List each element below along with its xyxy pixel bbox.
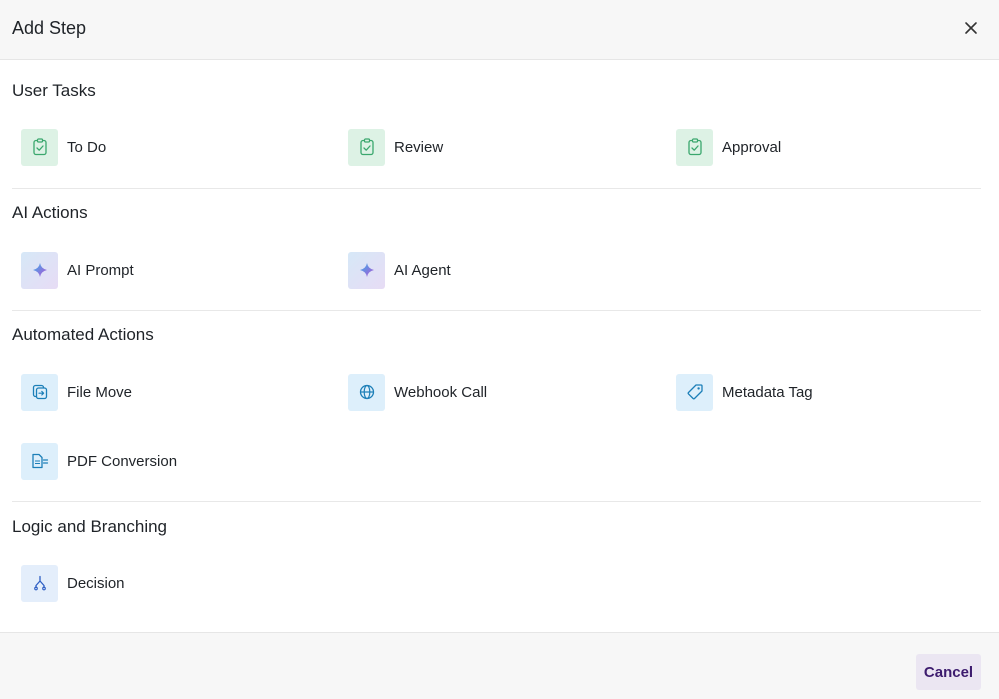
clipboard-check-icon [32, 138, 47, 156]
section-divider [12, 310, 981, 311]
step-option-file-move[interactable]: File Move [21, 373, 321, 411]
section-title-automated-actions: Automated Actions [12, 325, 154, 344]
section-divider [12, 501, 981, 502]
step-option-ai-agent[interactable]: AI Agent [348, 251, 648, 289]
dialog-title: Add Step [12, 18, 87, 38]
close-icon [965, 22, 977, 34]
step-option-to-do[interactable]: To Do [21, 128, 321, 166]
step-option-label: Approval [722, 138, 782, 156]
step-option-decision[interactable]: Decision [21, 564, 321, 602]
globe-icon [359, 384, 374, 400]
file-move-icon [32, 384, 47, 400]
clipboard-check-icon [687, 138, 702, 156]
clipboard-check-icon [359, 138, 374, 156]
add-step-dialog: Add Step User Tasks To Do Review Approva… [0, 0, 999, 699]
step-option-webhook-call[interactable]: Webhook Call [348, 373, 648, 411]
step-option-approval[interactable]: Approval [676, 128, 976, 166]
dialog-header: Add Step [0, 0, 999, 60]
branch-icon [33, 575, 46, 591]
step-option-label: File Move [67, 383, 133, 401]
step-option-label: AI Prompt [67, 261, 134, 279]
step-option-label: Review [394, 138, 444, 156]
step-option-label: Decision [67, 574, 125, 592]
section-title-ai-actions: AI Actions [12, 203, 88, 222]
step-option-metadata-tag[interactable]: Metadata Tag [676, 373, 976, 411]
file-convert-icon [31, 453, 48, 469]
step-option-label: Metadata Tag [722, 383, 813, 401]
dialog-footer: Cancel [0, 632, 999, 699]
step-option-review[interactable]: Review [348, 128, 648, 166]
step-option-label: To Do [67, 138, 107, 156]
step-option-label: PDF Conversion [67, 452, 178, 470]
section-title-logic-and-branching: Logic and Branching [12, 517, 168, 536]
close-button[interactable] [960, 17, 982, 39]
section-divider [12, 188, 981, 189]
step-option-label: AI Agent [394, 261, 451, 279]
step-option-ai-prompt[interactable]: AI Prompt [21, 251, 321, 289]
sparkle-icon [359, 263, 374, 277]
step-option-label: Webhook Call [394, 383, 488, 401]
sparkle-icon [32, 263, 47, 277]
cancel-button[interactable]: Cancel [916, 654, 981, 690]
tag-icon [687, 384, 703, 400]
step-option-pdf-conversion[interactable]: PDF Conversion [21, 442, 321, 480]
section-title-user-tasks: User Tasks [12, 81, 96, 100]
